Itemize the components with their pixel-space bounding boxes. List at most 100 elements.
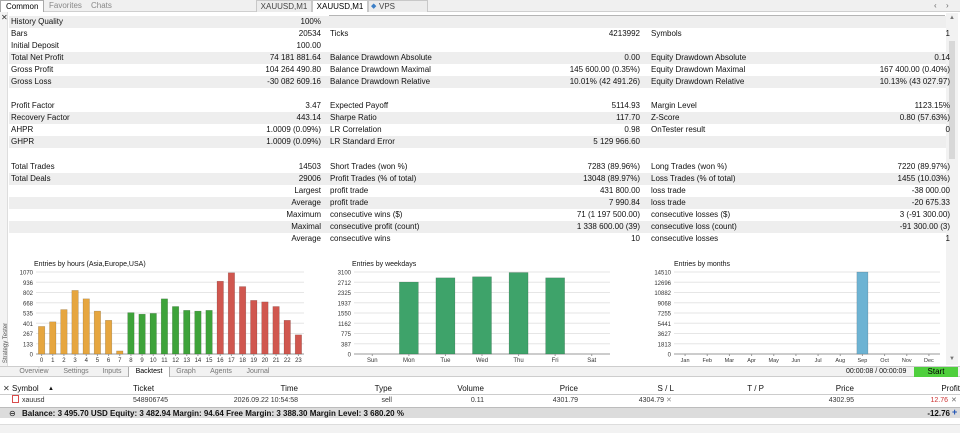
stat-label: Largest (294, 186, 321, 195)
x-tick-label: 9 (140, 358, 144, 364)
col-time[interactable]: Time (240, 384, 298, 394)
y-tick-label: 1550 (338, 312, 352, 318)
stat-value: 0.00 (624, 53, 640, 62)
bar (138, 313, 146, 355)
sidebar-label: Strategy Tester (3, 322, 10, 364)
bar (116, 350, 124, 355)
y-tick-label: 267 (23, 332, 34, 338)
stat-label: GHPR (11, 137, 35, 146)
x-tick-label: 7 (118, 358, 122, 364)
tester-tabs: Overview Settings Inputs Backtest Graph … (0, 366, 960, 377)
stat-label: History Quality (11, 17, 64, 26)
col-price-current[interactable]: Price (810, 384, 854, 394)
stat-value: 14503 (298, 162, 321, 171)
stat-label: Symbols (651, 29, 682, 38)
scroll-down-icon[interactable]: ▼ (949, 356, 955, 362)
stat-value: 7283 (89.96%) (587, 162, 640, 171)
close-position-icon[interactable]: ✕ (951, 395, 957, 407)
col-type[interactable]: Type (340, 384, 392, 394)
col-tp[interactable]: T / P (710, 384, 764, 394)
x-tick-label: 3 (73, 358, 77, 364)
x-tick-label: May (769, 358, 780, 364)
bar (127, 312, 135, 355)
stat-value: -91 300.00 (3) (899, 222, 950, 231)
stat-value: 74 181 881.64 (269, 53, 321, 62)
stat-label: Maximum (286, 210, 321, 219)
stat-label: loss trade (651, 186, 686, 195)
bar (399, 281, 419, 355)
stat-label: Total Trades (11, 162, 55, 171)
stat-label: consecutive wins ($) (330, 210, 403, 219)
stat-value: 0.80 (57.63%) (899, 113, 950, 122)
start-button[interactable]: Start (914, 367, 958, 377)
close-icon[interactable]: ✕ (3, 384, 10, 394)
stat-label: Equity Drawdown Absolute (651, 53, 747, 62)
col-profit[interactable]: Profit (910, 384, 960, 394)
stats-row: Maximum consecutive wins ($) 71 (1 197 5… (9, 209, 950, 221)
col-symbol[interactable]: Symbol (12, 384, 39, 394)
col-volume[interactable]: Volume (430, 384, 484, 394)
tab-inputs[interactable]: Inputs (97, 367, 127, 377)
bar (856, 271, 869, 355)
tab-chats[interactable]: Chats (86, 0, 117, 12)
col-sl[interactable]: S / L (620, 384, 674, 394)
bar (38, 326, 46, 355)
tab-graph[interactable]: Graph (172, 367, 200, 377)
stat-label: Total Deals (11, 174, 51, 183)
y-tick-label: 9068 (658, 301, 672, 307)
x-tick-label: 17 (228, 358, 235, 364)
doc-tab-vps[interactable]: ◆ VPS (368, 0, 428, 12)
bar (227, 272, 235, 355)
col-price[interactable]: Price (530, 384, 578, 394)
stat-value: 117.70 (616, 113, 640, 122)
tab-agents[interactable]: Agents (204, 367, 238, 377)
bar (60, 309, 68, 355)
tab-common[interactable]: Common (0, 0, 45, 12)
tab-backtest[interactable]: Backtest (128, 367, 170, 377)
bar (294, 334, 302, 355)
horizontal-scrollbar[interactable] (0, 424, 960, 433)
hours-chart-svg: 107093680266853540126713300 1 2 3 4 5 6 7 8 9 10 11… (20, 271, 304, 364)
plus-icon[interactable]: + (952, 407, 957, 418)
tab-favorites[interactable]: Favorites (44, 0, 87, 12)
weekdays-chart-svg: 3100 2712 2325 1937 1550 1162 775 387 0 Sun Mon Tue… (338, 271, 610, 364)
x-tick-label: Thu (513, 358, 523, 364)
bar (71, 290, 79, 355)
y-tick-label: 14510 (654, 271, 671, 277)
scroll-left-icon[interactable]: ‹ (934, 1, 937, 10)
doc-tab-chart-2[interactable]: XAUUSD,M1 (312, 0, 368, 12)
cell-ticket: 548906745 (133, 397, 169, 404)
y-tick-label: 0 (668, 353, 672, 359)
bar (472, 276, 492, 355)
scroll-up-icon[interactable]: ▲ (949, 15, 955, 21)
bar (93, 310, 101, 355)
tab-journal[interactable]: Journal (240, 367, 276, 377)
stat-label: profit trade (330, 186, 369, 195)
close-icon[interactable]: ✕ (1, 13, 8, 22)
stat-value: 1123.15% (914, 101, 950, 110)
x-tick-label: 12 (172, 358, 179, 364)
col-ticket[interactable]: Ticket (133, 384, 154, 394)
clear-sl-icon[interactable]: ✕ (666, 395, 672, 407)
stat-label: profit trade (330, 198, 369, 207)
stat-label: Ticks (330, 29, 349, 38)
scroll-right-icon[interactable]: › (946, 1, 949, 10)
stat-value: 443.14 (296, 113, 321, 122)
x-tick-label: 22 (284, 358, 291, 364)
stat-label: Gross Loss (11, 77, 52, 86)
doc-tab-chart-1[interactable]: XAUUSD,M1 (256, 0, 312, 12)
stat-value: 5 129 966.60 (593, 137, 640, 146)
x-tick-label: Wed (476, 358, 488, 364)
tab-settings[interactable]: Settings (56, 367, 96, 377)
stat-label: LR Standard Error (330, 137, 395, 146)
stat-value: 10.01% (42 491.26) (569, 77, 640, 86)
bar (149, 313, 157, 355)
y-tick-label: 0 (30, 353, 34, 359)
table-row[interactable]: xauusd 548906745 2026.09.22 10:54:58 sel… (0, 395, 960, 407)
stat-value: 10 (631, 234, 640, 243)
x-tick-label: Jul (815, 358, 822, 364)
y-tick-label: 10882 (654, 291, 671, 297)
tab-overview[interactable]: Overview (14, 367, 54, 377)
stats-row: Average consecutive wins 10 consecutive … (9, 233, 950, 245)
cell-time: 2026.09.22 10:54:58 (233, 397, 298, 404)
